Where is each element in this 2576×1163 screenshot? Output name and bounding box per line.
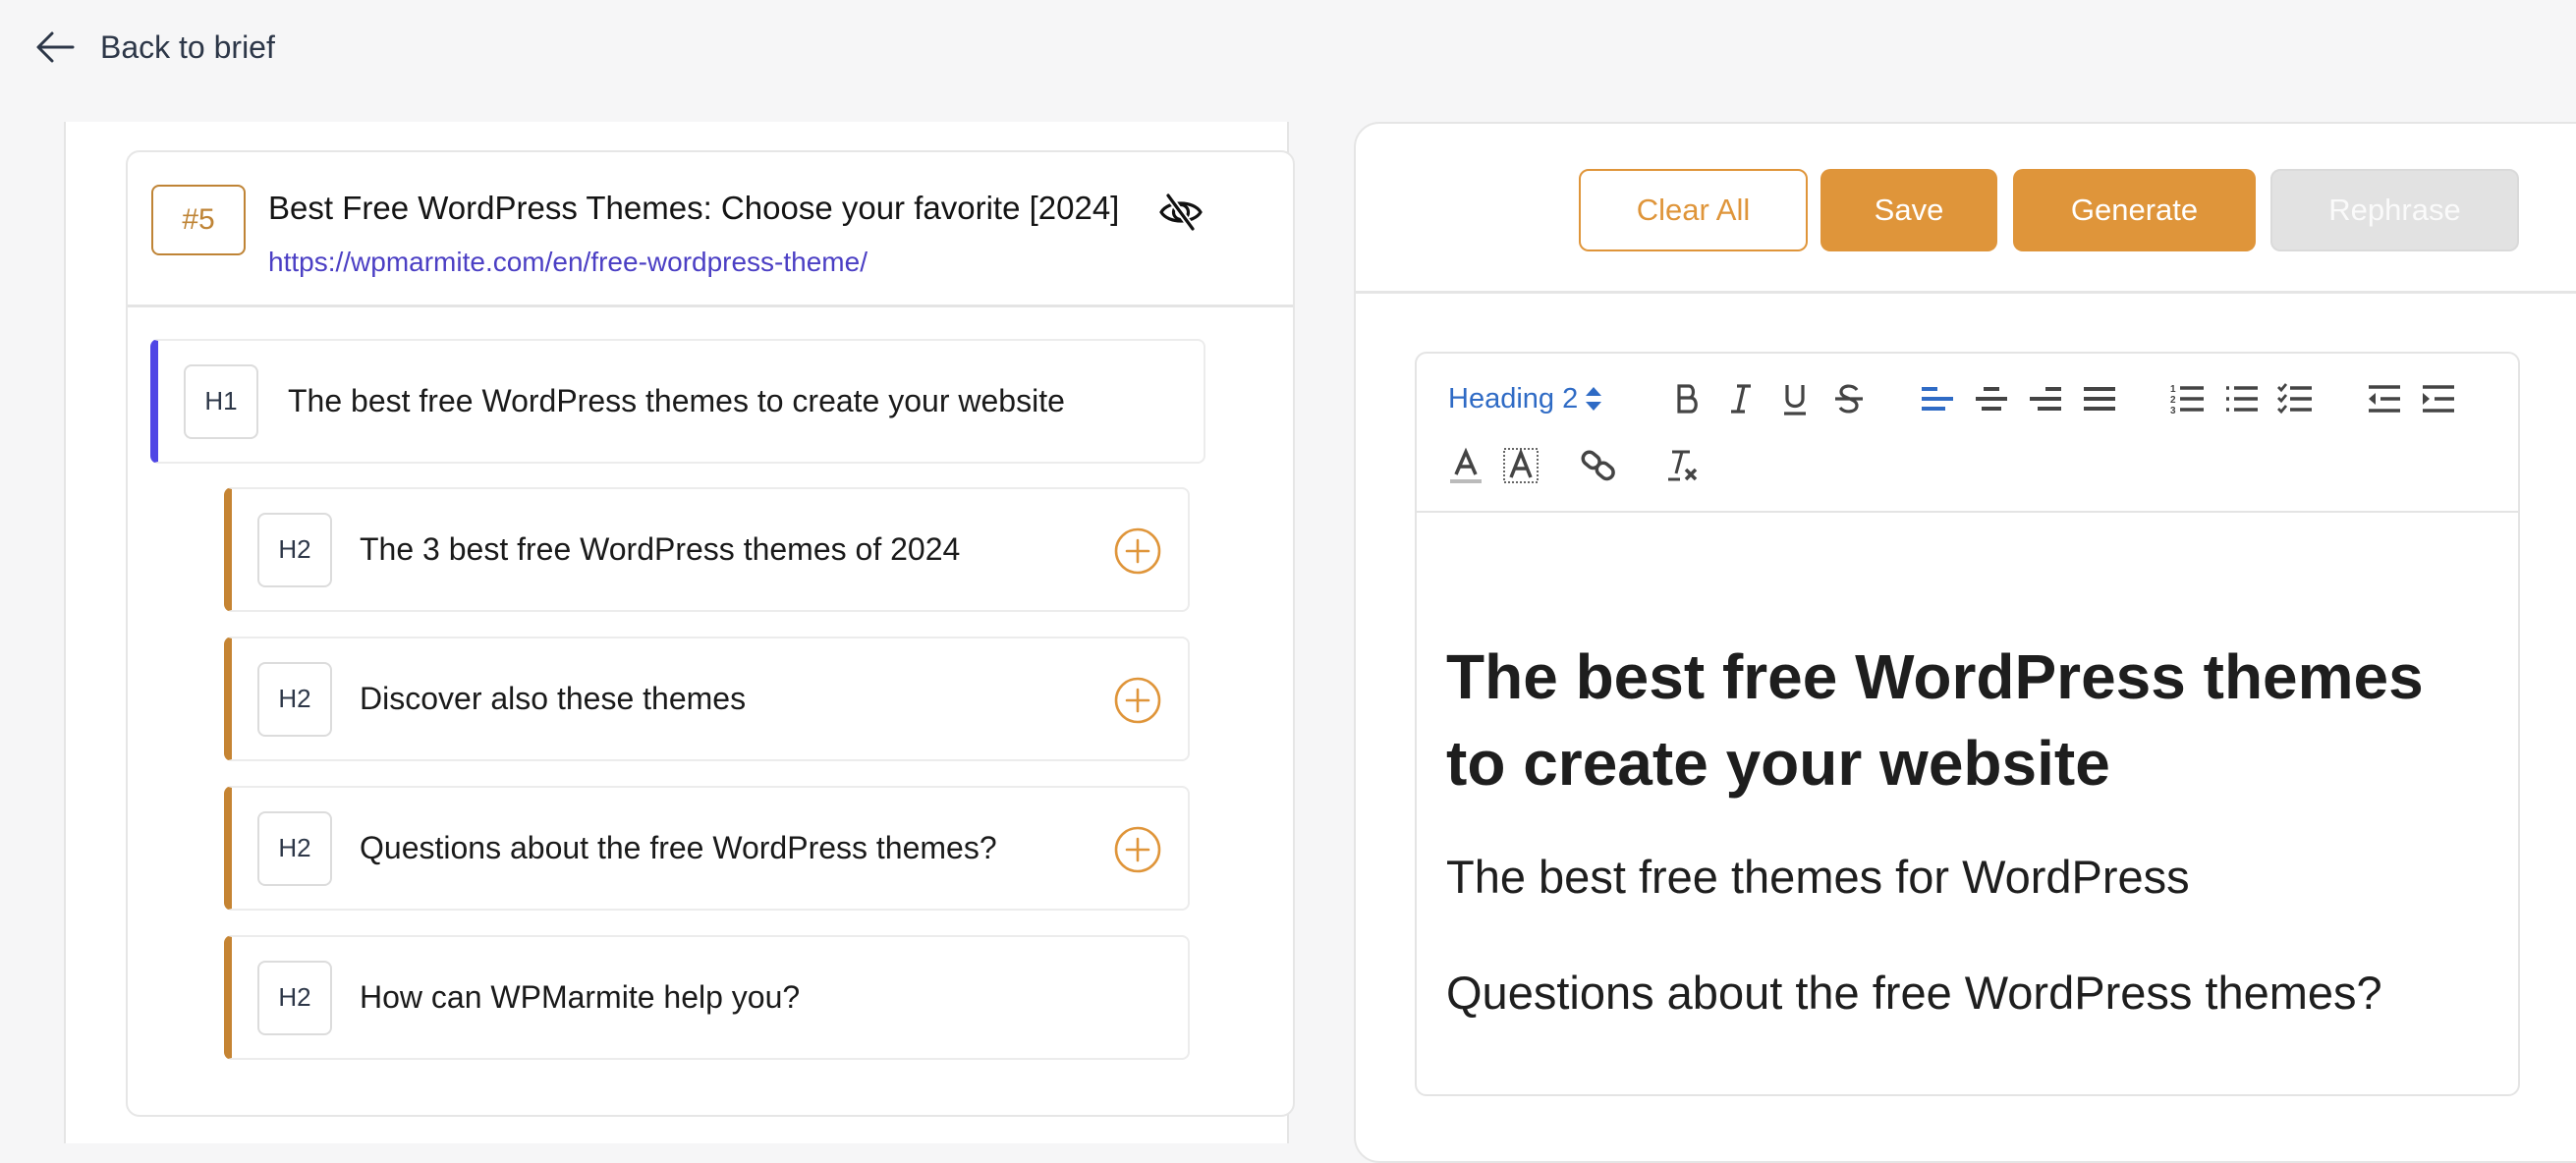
- svg-text:2: 2: [2170, 395, 2176, 406]
- heading-level-tag: H2: [257, 661, 332, 737]
- svg-text:1: 1: [2170, 384, 2176, 395]
- underline-button[interactable]: [1773, 377, 1817, 420]
- heading-level-tag: H2: [257, 512, 332, 587]
- clear-formatting-icon: [1668, 450, 1698, 481]
- outline-item-h2[interactable]: H2 Questions about the free WordPress th…: [224, 786, 1190, 911]
- underline-icon: [1784, 385, 1806, 415]
- outline-item-text: The best free WordPress themes to create…: [288, 383, 1065, 418]
- align-right-button[interactable]: [2024, 377, 2067, 420]
- heading-format-select[interactable]: Heading 2: [1448, 375, 1603, 422]
- clear-formatting-button[interactable]: [1660, 444, 1704, 487]
- outdent-icon: [2369, 385, 2400, 413]
- editor-h2[interactable]: The best free themes for WordPress: [1446, 848, 2489, 907]
- source-url-link[interactable]: https://wpmarmite.com/en/free-wordpress-…: [268, 247, 868, 278]
- editor-panel: Clear All Save Generate Rephrase Heading…: [1354, 122, 2576, 1163]
- check-list-button[interactable]: [2274, 377, 2318, 420]
- heading-level-tag: H2: [257, 960, 332, 1035]
- heading-format-value: Heading 2: [1448, 382, 1579, 415]
- sort-arrows-icon: [1586, 387, 1602, 411]
- align-left-icon: [1922, 387, 1953, 411]
- italic-button[interactable]: [1719, 377, 1763, 420]
- ordered-list-button[interactable]: 1 2 3: [2166, 377, 2210, 420]
- plus-circle-icon[interactable]: [1113, 526, 1162, 576]
- outline-item-text: How can WPMarmite help you?: [360, 979, 801, 1015]
- outline-item-h2[interactable]: H2 Discover also these themes: [224, 637, 1190, 761]
- heading-level-tag: H1: [184, 363, 258, 439]
- outline-item-h1[interactable]: H1 The best free WordPress themes to cre…: [150, 339, 1205, 464]
- source-title: Best Free WordPress Themes: Choose your …: [268, 190, 1120, 226]
- align-justify-button[interactable]: [2078, 377, 2121, 420]
- text-color-button[interactable]: [1444, 444, 1487, 487]
- back-to-brief-label: Back to brief: [100, 28, 275, 65]
- editor-h1[interactable]: The best free WordPress themes to create…: [1446, 634, 2489, 806]
- strikethrough-button[interactable]: [1827, 377, 1871, 420]
- rich-text-editor: Heading 2 1 2 3 The best free WordPress …: [1415, 352, 2520, 1096]
- arrow-left-icon: [36, 31, 75, 63]
- rephrase-button[interactable]: Rephrase: [2270, 169, 2519, 251]
- source-header: #5 Best Free WordPress Themes: Choose yo…: [128, 152, 1293, 307]
- back-to-brief-link[interactable]: Back to brief: [35, 20, 275, 75]
- link-icon: [1581, 450, 1615, 481]
- generate-button[interactable]: Generate: [2013, 169, 2256, 251]
- bullet-list-icon: [2226, 386, 2258, 412]
- bold-button[interactable]: [1665, 377, 1708, 420]
- bold-icon: [1677, 384, 1698, 414]
- plus-circle-icon[interactable]: [1113, 825, 1162, 874]
- outline-item-text: The 3 best free WordPress themes of 2024: [360, 531, 961, 567]
- ordered-list-icon: 1 2 3: [2170, 384, 2204, 416]
- outline-item-text: Questions about the free WordPress theme…: [360, 830, 997, 865]
- indent-button[interactable]: [2417, 377, 2460, 420]
- svg-text:3: 3: [2170, 406, 2176, 416]
- background-color-button[interactable]: [1499, 444, 1542, 487]
- outline-item-h2[interactable]: H2 How can WPMarmite help you?: [224, 935, 1190, 1060]
- rank-badge: #5: [151, 185, 246, 255]
- outdent-button[interactable]: [2363, 377, 2406, 420]
- action-bar: Clear All Save Generate Rephrase: [1356, 124, 2576, 294]
- link-button[interactable]: [1577, 444, 1620, 487]
- eye-slash-icon[interactable]: [1156, 188, 1205, 237]
- check-list-icon: [2277, 383, 2312, 415]
- competitor-outline-panel: #5 Best Free WordPress Themes: Choose yo…: [64, 122, 1295, 1143]
- plus-circle-icon[interactable]: [1113, 676, 1162, 725]
- align-center-icon: [1976, 387, 2007, 411]
- text-color-icon: [1450, 447, 1482, 483]
- align-right-icon: [2030, 387, 2061, 411]
- bullet-list-button[interactable]: [2220, 377, 2264, 420]
- save-button[interactable]: Save: [1820, 169, 1997, 251]
- italic-icon: [1731, 384, 1751, 414]
- editor-h2[interactable]: Questions about the free WordPress theme…: [1446, 964, 2489, 1023]
- editor-content[interactable]: The best free WordPress themes to create…: [1417, 634, 2518, 1023]
- source-card: #5 Best Free WordPress Themes: Choose yo…: [126, 150, 1295, 1117]
- strikethrough-icon: [1835, 384, 1863, 414]
- highlight-color-icon: [1503, 448, 1539, 483]
- align-left-button[interactable]: [1916, 377, 1959, 420]
- indent-icon: [2423, 385, 2454, 413]
- outline-item-text: Discover also these themes: [360, 681, 747, 716]
- editor-toolbar: Heading 2 1 2 3: [1417, 354, 2518, 513]
- align-center-button[interactable]: [1970, 377, 2013, 420]
- outline-item-h2[interactable]: H2 The 3 best free WordPress themes of 2…: [224, 487, 1190, 612]
- heading-level-tag: H2: [257, 810, 332, 886]
- clear-all-button[interactable]: Clear All: [1579, 169, 1808, 251]
- align-justify-icon: [2084, 387, 2115, 411]
